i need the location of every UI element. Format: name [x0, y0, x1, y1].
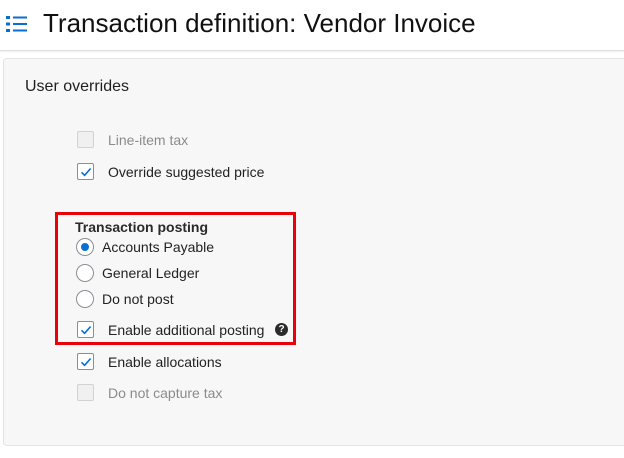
menu-list-icon[interactable] [6, 14, 28, 34]
do-not-capture-tax-option: Do not capture tax [77, 384, 277, 404]
section-title: User overrides [25, 78, 130, 95]
enable-additional-posting-label[interactable]: Enable additional posting [108, 322, 264, 338]
transaction-posting-title: Transaction posting [75, 219, 209, 235]
radio-do-not-post[interactable]: Do not post [76, 290, 236, 310]
enable-allocations-option[interactable]: Enable allocations [77, 353, 277, 373]
general-ledger-radio[interactable] [76, 264, 94, 282]
radio-label[interactable]: General Ledger [102, 265, 199, 281]
help-icon[interactable]: ? [275, 323, 288, 336]
enable-additional-posting-checkbox[interactable] [77, 321, 94, 338]
page-header: Transaction definition: Vendor Invoice [0, 0, 624, 51]
do-not-post-radio[interactable] [76, 290, 94, 308]
do-not-capture-tax-label: Do not capture tax [108, 385, 223, 401]
radio-general-ledger[interactable]: General Ledger [76, 264, 236, 284]
enable-additional-posting-option[interactable]: Enable additional posting ? [77, 321, 292, 341]
page-title: Transaction definition: Vendor Invoice [43, 8, 476, 38]
do-not-capture-tax-checkbox [77, 384, 94, 401]
checkmark-icon [80, 325, 92, 335]
checkmark-icon [80, 357, 92, 367]
radio-accounts-payable[interactable]: Accounts Payable [76, 238, 236, 258]
enable-allocations-checkbox[interactable] [77, 353, 94, 370]
override-suggested-price-checkbox[interactable] [77, 163, 94, 180]
radio-label[interactable]: Accounts Payable [102, 239, 214, 255]
override-suggested-price-option[interactable]: Override suggested price [77, 163, 297, 183]
radio-selected-dot [81, 243, 89, 251]
checkmark-icon [80, 167, 92, 177]
accounts-payable-radio[interactable] [76, 238, 94, 256]
line-item-tax-checkbox [77, 131, 94, 148]
line-item-tax-option: Line-item tax [77, 131, 277, 151]
override-suggested-price-label[interactable]: Override suggested price [108, 164, 264, 180]
line-item-tax-label: Line-item tax [108, 132, 189, 148]
radio-label[interactable]: Do not post [102, 291, 174, 307]
enable-allocations-label[interactable]: Enable allocations [108, 354, 222, 370]
